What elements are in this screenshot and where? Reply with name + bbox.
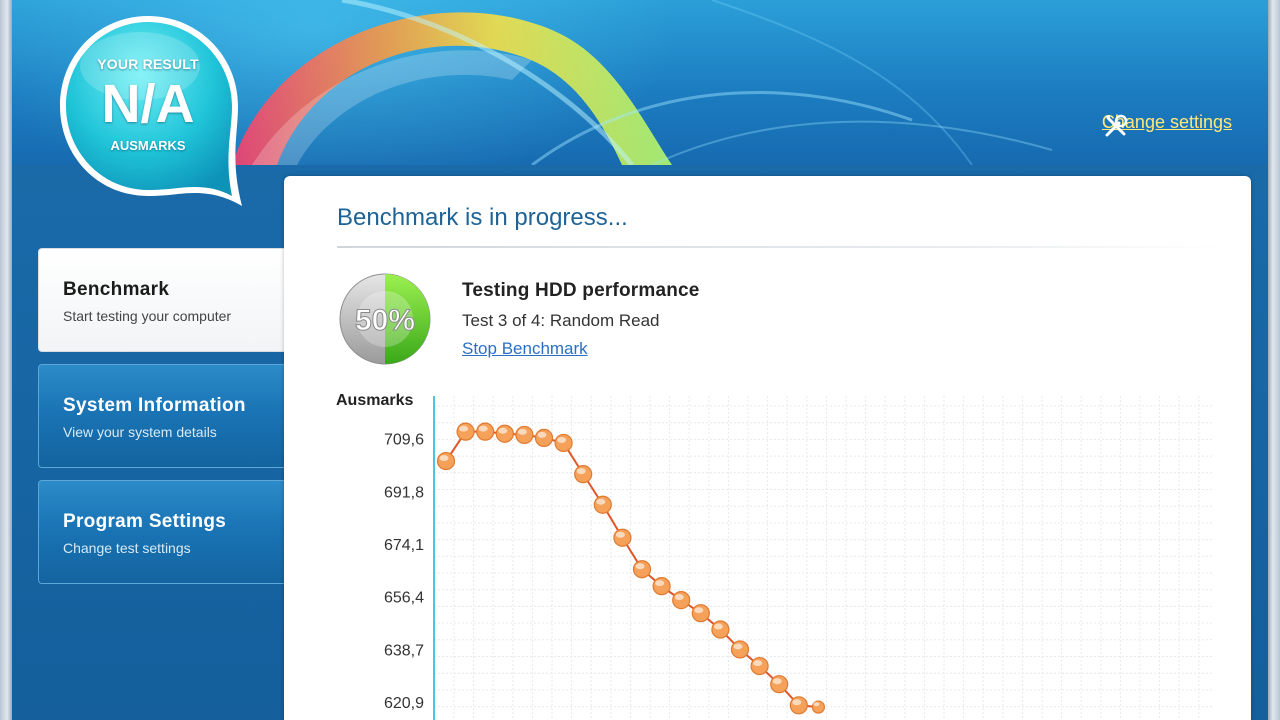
stop-benchmark-link[interactable]: Stop Benchmark — [462, 339, 588, 359]
progress-percent-label: 50% — [355, 304, 415, 337]
data-point — [691, 604, 710, 623]
data-point-highlight — [517, 428, 527, 435]
sidebar-item-system-information[interactable]: System Information View your system deta… — [38, 364, 284, 468]
data-point — [613, 528, 632, 547]
y-tick-label: 691,8 — [384, 485, 424, 502]
data-point — [672, 591, 691, 610]
data-point-highlight — [655, 580, 665, 587]
page-title: Benchmark is in progress... — [337, 204, 628, 231]
data-point-highlight — [674, 594, 684, 601]
result-badge: YOUR RESULT N/A AUSMARKS — [58, 14, 254, 210]
sidebar-item-title: System Information — [63, 395, 246, 416]
chart-canvas: 709,6 691,8 674,1 656,4 638,7 620,9 — [384, 396, 1214, 720]
result-unit-label: AUSMARKS — [110, 137, 186, 153]
window-frame-right — [1268, 0, 1280, 720]
results-chart: Ausmarks 709,6 691,8 674,1 656,4 638,7 620,9 — [284, 386, 1251, 720]
data-point-highlight — [772, 678, 782, 685]
data-point — [574, 465, 593, 484]
data-point-highlight — [498, 427, 508, 434]
data-point — [593, 495, 612, 514]
test-step: Test 3 of 4: Random Read — [462, 311, 660, 330]
data-point — [436, 451, 456, 471]
result-top-label: YOUR RESULT — [97, 55, 199, 72]
y-tick-label: 674,1 — [384, 537, 424, 554]
data-point — [534, 428, 554, 447]
title-divider — [337, 246, 1222, 248]
sidebar-nav: Benchmark Start testing your computer Sy… — [38, 248, 284, 596]
data-point — [652, 577, 671, 596]
data-point — [632, 560, 652, 579]
data-point-highlight — [576, 468, 586, 475]
data-point-highlight — [439, 455, 449, 462]
y-tick-label: 620,9 — [384, 695, 424, 712]
result-value: N/A — [101, 73, 195, 134]
data-point — [770, 675, 789, 694]
data-point-highlight — [557, 436, 567, 443]
y-tick-label: 656,4 — [384, 590, 424, 607]
sidebar-item-title: Program Settings — [63, 511, 227, 532]
data-point-highlight — [615, 531, 625, 538]
sidebar-item-title: Benchmark — [63, 279, 170, 300]
data-point — [495, 424, 514, 443]
data-point-highlight — [459, 425, 469, 432]
data-point-highlight — [537, 431, 547, 438]
data-point — [750, 656, 769, 676]
app-window: Change settings YOUR RESULT N/A AUSMARKS… — [0, 0, 1280, 720]
test-name: Testing HDD performance — [462, 280, 700, 301]
data-point — [456, 422, 475, 441]
sidebar-item-benchmark[interactable]: Benchmark Start testing your computer — [38, 248, 284, 352]
change-settings-button[interactable]: Change settings — [1102, 112, 1232, 137]
data-point-highlight — [813, 702, 820, 707]
data-point-highlight — [478, 425, 488, 432]
data-point-highlight — [792, 699, 802, 706]
tools-icon — [1104, 114, 1128, 137]
data-point-highlight — [635, 563, 645, 570]
main-panel: Benchmark is in progress... 50% Testing … — [284, 176, 1251, 720]
data-point-highlight — [713, 623, 723, 630]
progress-circle: 50% — [339, 273, 431, 365]
y-tick-label: 638,7 — [384, 642, 424, 659]
sidebar-item-subtitle: Change test settings — [63, 540, 191, 556]
data-point-highlight — [753, 660, 763, 667]
y-axis-title: Ausmarks — [336, 392, 414, 409]
sidebar-item-subtitle: Start testing your computer — [63, 308, 232, 324]
data-point — [730, 640, 750, 659]
sidebar-item-subtitle: View your system details — [63, 424, 217, 440]
data-point-highlight — [733, 643, 743, 650]
data-point-highlight — [596, 498, 606, 505]
y-tick-label: 709,6 — [384, 432, 424, 449]
data-point — [711, 620, 730, 639]
data-point — [789, 696, 808, 715]
data-point-highlight — [694, 607, 704, 614]
data-point — [554, 433, 573, 453]
window-frame-left — [0, 0, 12, 720]
data-point — [515, 425, 534, 445]
sidebar-item-program-settings[interactable]: Program Settings Change test settings — [38, 480, 284, 584]
data-point — [476, 422, 495, 441]
